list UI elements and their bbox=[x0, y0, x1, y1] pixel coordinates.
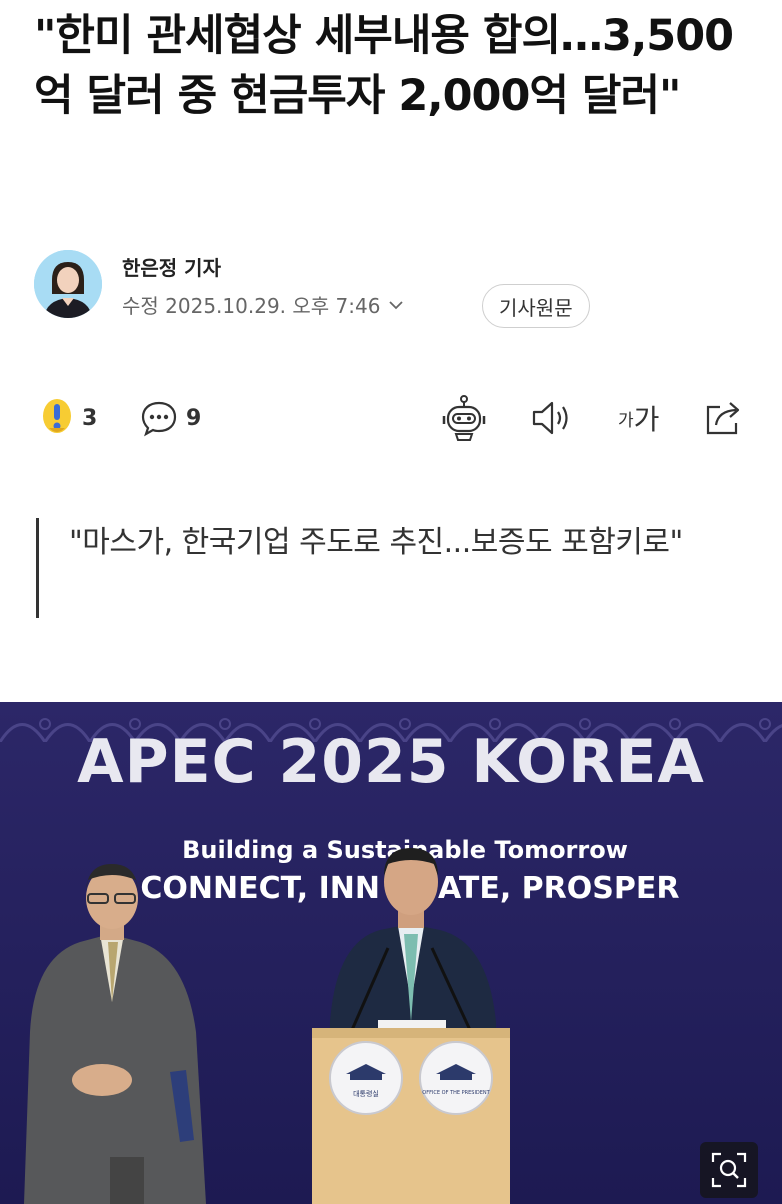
reaction-button[interactable]: 3 bbox=[40, 394, 97, 442]
comment-count: 9 bbox=[186, 405, 202, 431]
summary-bot-button[interactable] bbox=[440, 394, 488, 442]
font-large-label: 가 bbox=[633, 403, 660, 436]
font-size-button[interactable]: 가 가 bbox=[618, 394, 659, 442]
share-button[interactable] bbox=[702, 394, 744, 442]
photo-illustration: APEC 2025 KOREA Building a Sustainable T… bbox=[0, 702, 782, 1204]
banner-slogan-left: CONNECT, INN bbox=[140, 871, 380, 906]
text-to-speech-button[interactable] bbox=[530, 394, 574, 442]
article-headline: "한미 관세협상 세부내용 합의…3,500억 달러 중 현금투자 2,000억… bbox=[34, 11, 734, 121]
article-subtitle: "마스가, 한국기업 주도로 추진...보증도 포함키로" bbox=[36, 518, 736, 618]
modified-timestamp: 수정 2025.10.29. 오후 7:46 bbox=[122, 294, 381, 318]
article-photo[interactable]: APEC 2025 KOREA Building a Sustainable T… bbox=[0, 702, 782, 1204]
share-icon bbox=[706, 402, 740, 435]
exclamation-emoji-icon bbox=[43, 399, 71, 433]
robot-icon bbox=[442, 395, 486, 441]
original-article-button[interactable]: 기사원문 bbox=[482, 284, 590, 328]
reaction-count: 3 bbox=[82, 405, 98, 431]
comment-button[interactable]: 9 bbox=[140, 394, 201, 442]
font-small-label: 가 bbox=[618, 410, 634, 431]
speaker-icon bbox=[532, 401, 568, 435]
byline: 한은정 기자 수정 2025.10.29. 오후 7:46 기사원문 bbox=[34, 250, 754, 330]
podium: 대통령실 OFFICE OF THE PRESIDENT bbox=[312, 1020, 510, 1204]
podium-seal-left-text: 대통령실 bbox=[353, 1089, 379, 1098]
article-action-bar: 3 9 가 가 bbox=[34, 394, 754, 444]
reporter-name[interactable]: 한은정 기자 bbox=[122, 252, 221, 281]
comment-bubble-icon bbox=[141, 401, 177, 437]
photo-zoom-button[interactable] bbox=[700, 1142, 758, 1198]
reporter-avatar[interactable] bbox=[34, 250, 102, 318]
banner-slogan-right: ATE, PROSPER bbox=[438, 871, 679, 906]
banner-title: APEC 2025 KOREA bbox=[77, 727, 705, 797]
podium-seal-right-text: OFFICE OF THE PRESIDENT bbox=[422, 1090, 490, 1096]
zoom-icon bbox=[711, 1152, 747, 1188]
chevron-down-icon bbox=[389, 300, 404, 309]
article-meta[interactable]: 수정 2025.10.29. 오후 7:46 bbox=[122, 290, 404, 319]
